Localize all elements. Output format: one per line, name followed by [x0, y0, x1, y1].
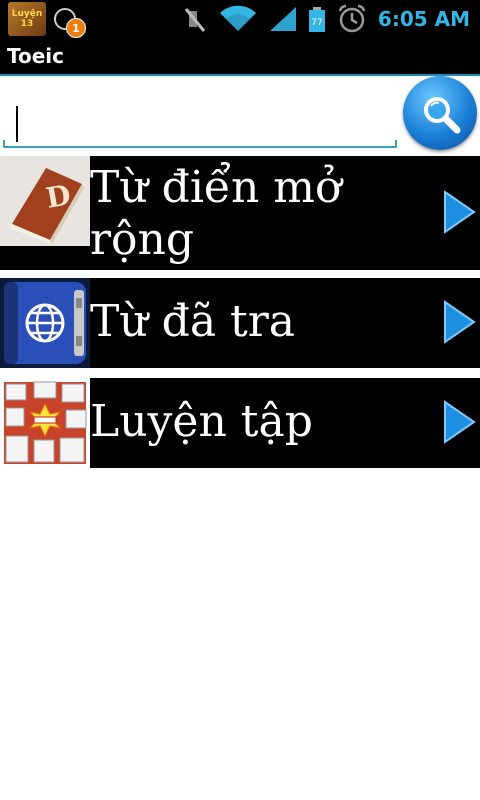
status-bar: Luyện 13 1 77 6:05 AM — [0, 0, 480, 38]
signal-icon — [269, 7, 296, 31]
app-notification-icon[interactable]: Luyện 13 — [8, 2, 46, 36]
menu-item-label: Từ đã tra — [90, 296, 296, 347]
update-notification-icon[interactable]: 1 — [52, 4, 86, 38]
app-notification-text: Luyện 13 — [11, 9, 43, 29]
search-icon — [424, 97, 461, 134]
menu-item-searched-words[interactable]: Từ đã tra — [0, 278, 480, 368]
play-arrow-icon — [444, 190, 476, 234]
search-underline-right-tick — [395, 140, 397, 148]
clock: 6:05 AM — [377, 7, 470, 31]
muted-icon — [184, 8, 206, 32]
menu-item-practice[interactable]: Luyện tập — [0, 378, 480, 468]
status-right: 77 6:05 AM — [182, 0, 470, 38]
search-row — [0, 76, 480, 154]
battery-icon: 77 — [308, 7, 325, 32]
title-bar: Toeic — [0, 38, 480, 76]
search-field[interactable] — [3, 90, 397, 150]
notification-count: 1 — [72, 21, 80, 35]
wifi-icon — [219, 5, 256, 32]
play-arrow-icon — [444, 300, 476, 344]
exercise-collage-icon — [0, 378, 90, 468]
search-button[interactable] — [403, 76, 477, 150]
notification-badge: 1 — [66, 18, 86, 38]
alarm-icon — [338, 4, 366, 33]
globe-book-icon — [0, 278, 90, 368]
search-underline-left-tick — [3, 140, 5, 148]
page-title: Toeic — [7, 44, 65, 68]
status-left: Luyện 13 1 — [8, 2, 86, 38]
search-input[interactable] — [3, 96, 397, 144]
menu-item-extended-dictionary[interactable]: D Từ điển mở rộng — [0, 156, 480, 270]
play-arrow-icon — [444, 400, 476, 444]
search-underline — [3, 146, 397, 148]
text-cursor — [16, 106, 18, 142]
menu-item-label: Từ điển mở rộng — [90, 162, 342, 265]
menu-item-label: Luyện tập — [90, 396, 313, 447]
dictionary-book-icon: D — [0, 156, 90, 246]
battery-level-text: 77 — [311, 18, 322, 28]
